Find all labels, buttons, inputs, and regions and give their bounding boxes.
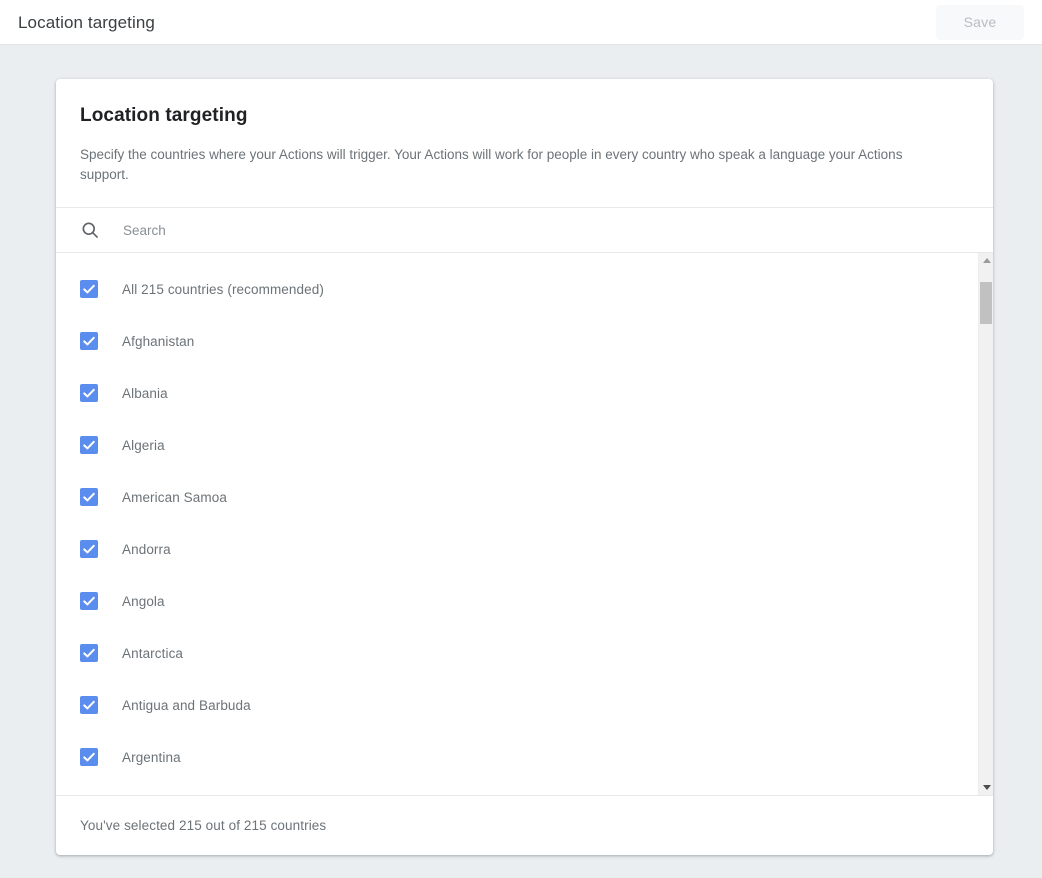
list-item-label: Antarctica [122,646,183,661]
search-input[interactable] [123,208,993,252]
list-item-label: Albania [122,386,168,401]
list-item[interactable]: American Samoa [56,471,971,523]
list-item-label: Andorra [122,542,171,557]
country-checkbox[interactable] [80,644,98,662]
country-checkbox[interactable] [80,592,98,610]
country-checkbox[interactable] [80,384,98,402]
list-item-label: Antigua and Barbuda [122,698,251,713]
card-title: Location targeting [80,105,969,127]
country-checkbox[interactable] [80,280,98,298]
list-item[interactable]: Algeria [56,419,971,471]
list-item[interactable] [56,783,971,795]
list-item[interactable]: Argentina [56,731,971,783]
list-item[interactable]: Albania [56,367,971,419]
list-scrollbar[interactable] [978,253,993,795]
country-checkbox[interactable] [80,696,98,714]
scroll-up-button[interactable] [979,253,993,268]
save-button[interactable]: Save [936,5,1024,40]
app-bar: Location targeting Save [0,0,1042,45]
country-checkbox[interactable] [80,748,98,766]
search-icon [80,220,100,240]
list-item[interactable]: Antigua and Barbuda [56,679,971,731]
country-checkbox[interactable] [80,436,98,454]
list-item-label: Angola [122,594,165,609]
country-list[interactable]: All 215 countries (recommended) Afghanist… [56,253,971,795]
list-item-label: All 215 countries (recommended) [122,282,324,297]
country-list-container: All 215 countries (recommended) Afghanist… [56,253,993,795]
list-item-label: Algeria [122,438,165,453]
card-footer: You've selected 215 out of 215 countries [56,795,993,855]
chevron-up-icon [983,258,991,263]
list-item[interactable]: Afghanistan [56,315,971,367]
country-checkbox[interactable] [80,488,98,506]
country-checkbox[interactable] [80,540,98,558]
scrollbar-thumb[interactable] [980,282,992,324]
location-targeting-card: Location targeting Specify the countries… [56,79,993,855]
list-item-label: Afghanistan [122,334,194,349]
list-item[interactable]: Andorra [56,523,971,575]
list-item[interactable]: Antarctica [56,627,971,679]
list-item[interactable]: All 215 countries (recommended) [56,263,971,315]
scroll-down-button[interactable] [979,780,993,795]
chevron-down-icon [983,785,991,790]
page-title: Location targeting [18,14,155,31]
search-row[interactable] [56,207,993,253]
list-item-label: Argentina [122,750,181,765]
selection-status: You've selected 215 out of 215 countries [80,818,326,833]
country-checkbox[interactable] [80,332,98,350]
list-item-label: American Samoa [122,490,227,505]
list-item[interactable]: Angola [56,575,971,627]
card-header: Location targeting Specify the countries… [56,79,993,207]
card-description: Specify the countries where your Actions… [80,145,950,185]
